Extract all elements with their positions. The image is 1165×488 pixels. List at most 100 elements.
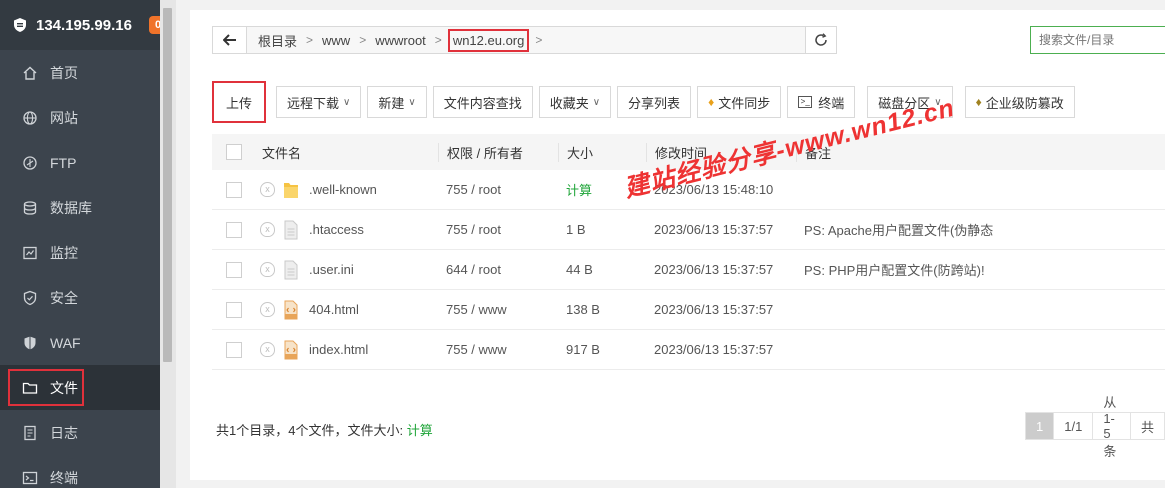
row-modified: 2023/06/13 15:37:57 <box>654 302 774 317</box>
page-range: 从1-5条 <box>1092 395 1131 459</box>
table-row[interactable]: x .user.ini 644 / root 44 B 2023/06/13 1… <box>212 250 1165 290</box>
row-select-cell <box>212 181 256 198</box>
row-checkbox[interactable] <box>226 221 242 238</box>
favorites-button[interactable]: 收藏夹 ∨ <box>538 86 612 118</box>
row-size: 1 B <box>566 222 586 237</box>
scrollbar-thumb[interactable] <box>163 8 172 362</box>
sidebar-item-logs[interactable]: 日志 <box>0 410 160 455</box>
sidebar: 134.195.99.16 0 首页 网站 FTP 数据库 监控 安全 WAF … <box>0 0 167 488</box>
row-modified: 2023/06/13 15:37:57 <box>654 262 774 277</box>
file-name[interactable]: .htaccess <box>309 222 364 237</box>
sidebar-scrollbar[interactable] <box>160 0 176 488</box>
files-highlight-box <box>8 369 84 406</box>
row-checkbox[interactable] <box>226 341 242 358</box>
sidebar-item-label: 网站 <box>50 109 78 126</box>
button-label: 文件同步 <box>718 95 771 111</box>
table-row[interactable]: x .htaccess 755 / root 1 B 2023/06/13 15… <box>212 210 1165 250</box>
main-area: 根目录 > www > wwwroot > wn12.eu.org > 上传 远… <box>176 0 1165 488</box>
file-manager-panel: 根目录 > www > wwwroot > wn12.eu.org > 上传 远… <box>190 10 1165 480</box>
sidebar-item-files[interactable]: 文件 <box>0 365 160 410</box>
header-permission[interactable]: 权限 / 所有者 <box>438 142 558 162</box>
chevron-right-icon: > <box>359 33 367 47</box>
breadcrumb-root[interactable]: 根目录 <box>255 31 300 50</box>
chevron-down-icon: ∨ <box>408 96 416 108</box>
breadcrumb-site[interactable]: wn12.eu.org <box>447 28 530 52</box>
sidebar-item-label: WAF <box>50 334 81 351</box>
row-permission[interactable]: 755 / root <box>438 222 558 237</box>
sidebar-item-ftp[interactable]: FTP <box>0 140 160 185</box>
sidebar-item-database[interactable]: 数据库 <box>0 185 160 230</box>
row-checkbox[interactable] <box>226 261 242 278</box>
table-row[interactable]: x 404.html 755 / www 138 B 2023/06/13 15… <box>212 290 1165 330</box>
sidebar-item-label: 监控 <box>50 244 78 261</box>
file-name[interactable]: .well-known <box>309 182 377 197</box>
header-size[interactable]: 大小 <box>558 142 646 162</box>
diamond-icon: ♦ <box>975 95 982 109</box>
sidebar-item-label: 数据库 <box>50 199 92 216</box>
remote-download-button[interactable]: 远程下载 ∨ <box>276 86 362 118</box>
shield-icon <box>22 290 38 306</box>
row-checkbox[interactable] <box>226 301 242 318</box>
share-list-button[interactable]: 分享列表 <box>617 86 692 118</box>
sidebar-item-security[interactable]: 安全 <box>0 275 160 320</box>
page-total: 共 <box>1129 412 1165 440</box>
sidebar-item-website[interactable]: 网站 <box>0 95 160 140</box>
sidebar-item-monitor[interactable]: 监控 <box>0 230 160 275</box>
file-name[interactable]: index.html <box>309 342 368 357</box>
breadcrumb-wwwroot[interactable]: wwwroot <box>372 33 429 48</box>
terminal-icon <box>22 470 38 486</box>
sidebar-item-terminal[interactable]: 终端 <box>0 455 160 488</box>
sidebar-item-waf[interactable]: WAF <box>0 320 160 365</box>
file-name[interactable]: .user.ini <box>309 262 354 277</box>
select-all-cell <box>212 144 256 160</box>
path-bar: 根目录 > www > wwwroot > wn12.eu.org > <box>212 26 837 54</box>
directory-summary: 共1个目录，4个文件，文件大小: 计算 <box>216 420 433 439</box>
file-name[interactable]: 404.html <box>309 302 359 317</box>
tamper-proof-button[interactable]: ♦ 企业级防篡改 <box>964 86 1075 118</box>
lock-shield-icon[interactable]: x <box>260 182 275 197</box>
chevron-right-icon: > <box>434 33 442 47</box>
refresh-button[interactable] <box>805 26 837 54</box>
row-select-cell <box>212 221 256 238</box>
terminal-icon: >_ <box>798 96 813 108</box>
sidebar-item-label: 安全 <box>50 289 78 306</box>
row-permission[interactable]: 755 / www <box>438 342 558 357</box>
row-permission[interactable]: 755 / root <box>438 182 558 197</box>
page-current[interactable]: 1 <box>1025 412 1055 440</box>
button-label: 收藏夹 <box>549 95 589 111</box>
lock-shield-icon[interactable]: x <box>260 302 275 317</box>
chevron-right-icon: > <box>306 33 314 47</box>
new-button[interactable]: 新建 ∨ <box>367 86 427 118</box>
sidebar-item-label: FTP <box>50 154 77 171</box>
breadcrumb: 根目录 > www > wwwroot > wn12.eu.org > <box>247 27 548 53</box>
row-checkbox[interactable] <box>226 181 242 198</box>
back-button[interactable] <box>213 27 247 53</box>
row-permission[interactable]: 755 / www <box>438 302 558 317</box>
lock-shield-icon[interactable]: x <box>260 342 275 357</box>
sidebar-item-label: 首页 <box>50 64 78 81</box>
home-icon <box>22 65 38 81</box>
html-file-icon <box>284 340 298 359</box>
server-header: 134.195.99.16 0 <box>0 0 167 50</box>
lock-shield-icon[interactable]: x <box>260 222 275 237</box>
chevron-down-icon: ∨ <box>343 96 351 108</box>
breadcrumb-www[interactable]: www <box>319 33 353 48</box>
row-permission[interactable]: 644 / root <box>438 262 558 277</box>
row-note: PS: Apache用户配置文件(伪静态 <box>804 223 994 238</box>
row-size: 44 B <box>566 262 593 277</box>
chevron-down-icon: ∨ <box>592 96 601 108</box>
row-name-cell: x .user.ini <box>256 260 438 280</box>
select-all-checkbox[interactable] <box>226 144 242 160</box>
sidebar-item-home[interactable]: 首页 <box>0 50 160 95</box>
calc-size-link[interactable]: 计算 <box>407 423 433 438</box>
search-input[interactable] <box>1030 26 1165 54</box>
content-search-button[interactable]: 文件内容查找 <box>432 86 533 118</box>
row-modified: 2023/06/13 15:37:57 <box>654 342 774 357</box>
upload-button[interactable]: 上传 <box>212 81 266 123</box>
file-sync-button[interactable]: ♦ 文件同步 <box>697 86 782 118</box>
sidebar-item-label: 终端 <box>50 469 78 486</box>
waf-shield-icon <box>22 335 38 351</box>
lock-shield-icon[interactable]: x <box>260 262 275 277</box>
table-row[interactable]: x index.html 755 / www 917 B 2023/06/13 … <box>212 330 1165 370</box>
header-filename[interactable]: 文件名 <box>256 143 438 162</box>
